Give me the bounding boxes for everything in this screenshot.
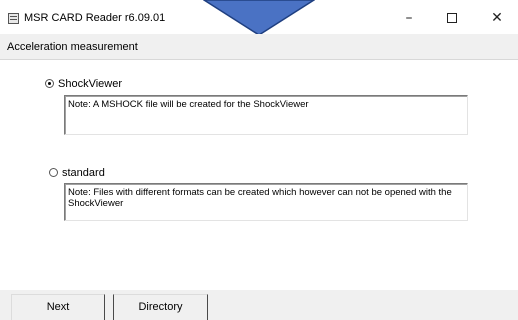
next-button[interactable]: Next <box>11 294 105 320</box>
note-shockviewer: Note: A MSHOCK file will be created for … <box>64 95 468 135</box>
directory-button[interactable]: Directory <box>113 294 208 320</box>
section-header: Acceleration measurement <box>0 34 518 60</box>
minimize-button[interactable]: – <box>393 5 425 31</box>
radio-shockviewer[interactable] <box>45 79 54 88</box>
footer-bar: Next Directory <box>0 290 518 320</box>
close-button[interactable]: ✕ <box>481 5 513 31</box>
close-icon: ✕ <box>491 10 503 26</box>
radio-standard[interactable] <box>49 168 58 177</box>
content-panel: ShockViewer Note: A MSHOCK file will be … <box>0 60 518 290</box>
note-text: Note: Files with different formats can b… <box>68 187 452 209</box>
sd-card-icon <box>8 13 19 24</box>
maximize-button[interactable] <box>436 5 468 31</box>
maximize-icon <box>447 13 457 23</box>
app-window: MSR CARD Reader r6.09.01 – ✕ Acceleratio… <box>0 0 518 320</box>
note-standard: Note: Files with different formats can b… <box>64 183 468 221</box>
option-label: standard <box>62 167 105 179</box>
option-label: ShockViewer <box>58 78 122 90</box>
window-title: MSR CARD Reader r6.09.01 <box>24 12 166 24</box>
note-text: Note: A MSHOCK file will be created for … <box>68 99 309 110</box>
minimize-icon: – <box>405 10 413 26</box>
chevron-shape <box>203 0 315 36</box>
chevron-down-icon <box>203 0 315 36</box>
section-title: Acceleration measurement <box>7 41 138 53</box>
